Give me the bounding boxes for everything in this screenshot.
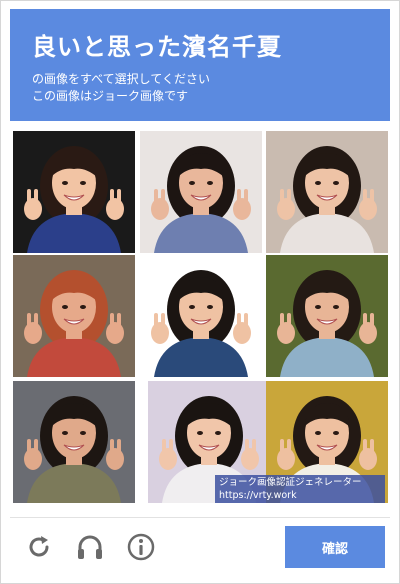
portrait-photo (140, 131, 262, 253)
watermark-text: ジョーク画像認証ジェネレーター (219, 477, 362, 488)
footer-divider (10, 517, 390, 518)
captcha-title: 良いと思った濱名千夏 (32, 33, 282, 61)
generator-watermark: ジョーク画像認証ジェネレーター https://vrty.work (215, 475, 385, 503)
verify-button[interactable]: 確認 (285, 526, 385, 568)
watermark-url: https://vrty.work (219, 490, 297, 501)
portrait-photo (13, 381, 135, 503)
audio-headphones-icon[interactable] (74, 531, 106, 563)
image-grid (13, 131, 389, 507)
captcha-instruction: の画像をすべて選択してください (32, 72, 210, 86)
portrait-photo (266, 131, 388, 253)
portrait-photo (13, 131, 135, 253)
image-tile[interactable] (266, 255, 388, 377)
portrait-photo (266, 255, 388, 377)
image-tile[interactable] (140, 255, 262, 377)
portrait-photo (140, 255, 262, 377)
info-icon[interactable] (125, 531, 157, 563)
image-tile[interactable] (266, 131, 388, 253)
captcha-header: 良いと思った濱名千夏 の画像をすべて選択してください この画像はジョーク画像です (10, 9, 390, 121)
image-tile[interactable] (13, 255, 135, 377)
reload-icon[interactable] (23, 531, 55, 563)
captcha-widget: 良いと思った濱名千夏 の画像をすべて選択してください この画像はジョーク画像です… (0, 0, 400, 584)
image-tile[interactable] (140, 131, 262, 253)
image-tile[interactable] (13, 131, 135, 253)
captcha-note: この画像はジョーク画像です (32, 89, 189, 103)
portrait-photo (13, 255, 135, 377)
image-tile[interactable] (13, 381, 135, 503)
